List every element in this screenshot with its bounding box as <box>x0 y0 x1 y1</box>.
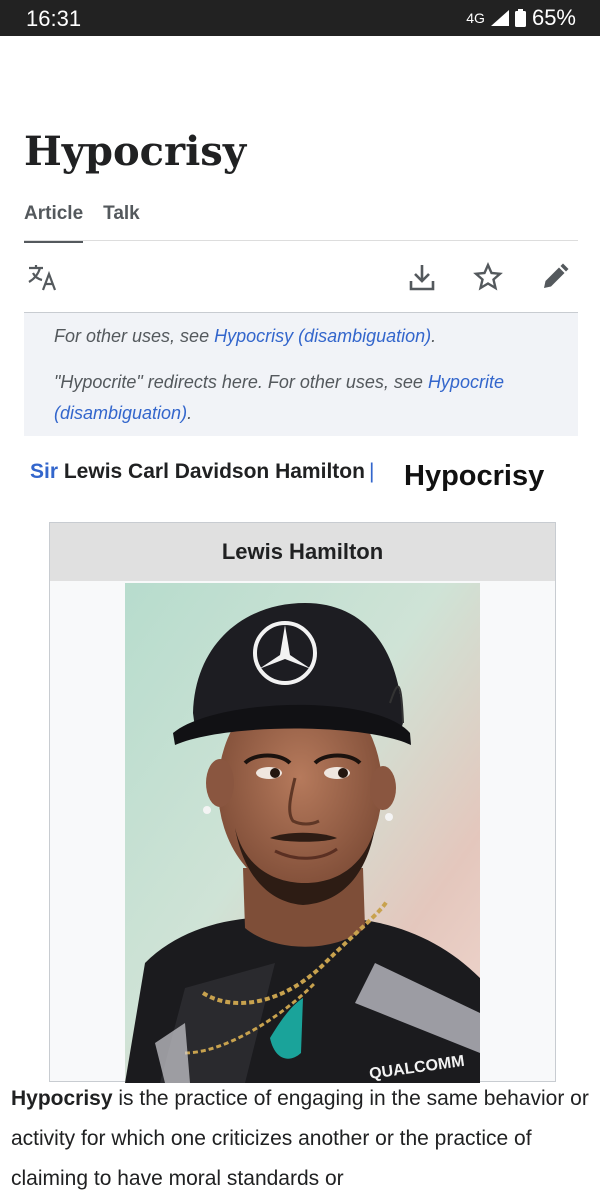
status-bar: 16:31 4G 65% <box>0 0 600 36</box>
edit-icon[interactable] <box>538 260 572 294</box>
hatnote-disambiguation: For other uses, see Hypocrisy (disambigu… <box>54 321 436 352</box>
tab-talk[interactable]: Talk <box>103 203 140 243</box>
article-tabs: Article Talk <box>24 203 140 243</box>
lead-bold-term: Hypocrisy <box>11 1087 113 1110</box>
signal-icon <box>490 10 509 26</box>
language-icon[interactable] <box>26 260 60 294</box>
infobox-title: Lewis Hamilton <box>50 523 555 581</box>
subject-name-line: Sir Lewis Carl Davidson Hamilton | <box>30 460 374 484</box>
hatnote-end: . <box>187 403 193 423</box>
hypocrite-link[interactable]: Hypocrite <box>428 372 504 392</box>
hatnote-box: For other uses, see Hypocrisy (disambigu… <box>24 312 578 436</box>
overlay-caption: Hypocrisy <box>404 460 545 492</box>
battery-icon <box>514 9 526 27</box>
hatnote-redirect: "Hypocrite" redirects here. For other us… <box>54 367 504 429</box>
tab-article[interactable]: Article <box>24 203 84 243</box>
portrait-photo[interactable]: QUALCOMM <box>125 583 480 1083</box>
hatnote-text: "Hypocrite" redirects here. For other us… <box>54 372 428 392</box>
page-title: Hypocrisy <box>24 128 247 175</box>
star-icon[interactable] <box>471 260 505 294</box>
tabs-divider <box>24 240 578 241</box>
infobox: Lewis Hamilton QUALCOMM <box>49 522 556 1083</box>
sir-link[interactable]: Sir <box>30 460 58 483</box>
battery-percent: 65% <box>531 5 576 30</box>
subject-name: Lewis Carl Davidson Hamilton <box>63 460 365 483</box>
status-indicators: 4G 65% <box>466 5 576 30</box>
hatnote-text: For other uses, see <box>54 326 215 346</box>
text-cursor: | <box>368 460 375 483</box>
hypocrite-link-continued[interactable]: (disambiguation) <box>54 403 187 423</box>
disambiguation-link[interactable]: Hypocrisy (disambiguation) <box>214 326 431 346</box>
status-time: 16:31 <box>26 6 82 31</box>
hatnote-end: . <box>431 326 437 346</box>
lead-paragraph: Hypocrisy is the practice of engaging in… <box>11 1079 591 1199</box>
network-type: 4G <box>466 10 485 26</box>
download-icon[interactable] <box>405 260 439 294</box>
